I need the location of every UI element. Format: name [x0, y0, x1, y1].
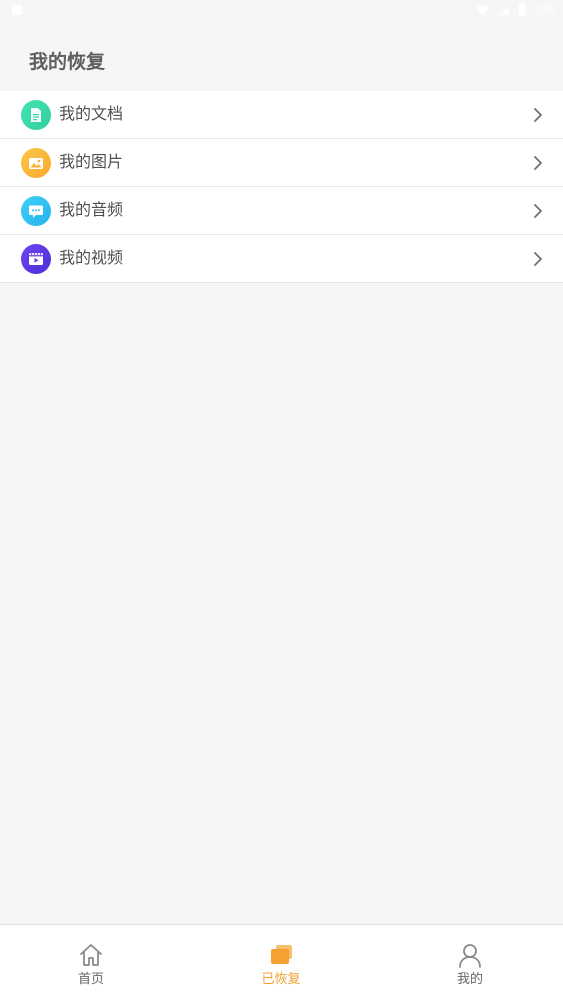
chevron-right-icon — [534, 252, 542, 266]
bottom-tab-bar: 首页 已恢复 我的 — [0, 924, 563, 1003]
tab-label: 我的 — [456, 972, 483, 987]
list-item-videos[interactable]: 我的视频 — [0, 235, 563, 283]
tab-label: 首页 — [77, 972, 104, 987]
image-icon — [21, 148, 51, 178]
recovery-list: 我的文档 我的图片 我的音频 我的视频 — [0, 91, 563, 283]
video-icon — [21, 244, 51, 274]
recovered-icon — [271, 945, 292, 964]
document-icon — [21, 100, 51, 130]
notification-icon — [12, 5, 22, 15]
tab-home[interactable]: 首页 — [41, 925, 141, 1003]
list-item-documents[interactable]: 我的文档 — [0, 91, 563, 139]
battery-icon — [518, 3, 526, 16]
chevron-right-icon — [534, 108, 542, 122]
list-item-label: 我的视频 — [59, 248, 124, 267]
tab-label: 已恢复 — [261, 972, 301, 987]
signal-icon — [498, 4, 509, 15]
wifi-icon — [476, 4, 490, 15]
page-title: 我的恢复 — [29, 51, 106, 73]
list-item-label: 我的音频 — [59, 200, 124, 219]
home-icon — [80, 944, 102, 966]
chevron-right-icon — [534, 156, 542, 170]
list-item-label: 我的图片 — [59, 152, 124, 171]
message-icon — [21, 196, 51, 226]
tab-recovered[interactable]: 已恢复 — [231, 925, 331, 1003]
list-item-images[interactable]: 我的图片 — [0, 139, 563, 187]
list-item-audio[interactable]: 我的音频 — [0, 187, 563, 235]
list-item-label: 我的文档 — [59, 104, 124, 123]
user-icon — [459, 944, 481, 968]
status-bar: 2:48 — [0, 0, 563, 22]
tab-mine[interactable]: 我的 — [420, 925, 520, 1003]
chevron-right-icon — [534, 204, 542, 218]
status-icons: 2:48 — [476, 3, 555, 16]
status-time: 2:48 — [533, 3, 555, 16]
